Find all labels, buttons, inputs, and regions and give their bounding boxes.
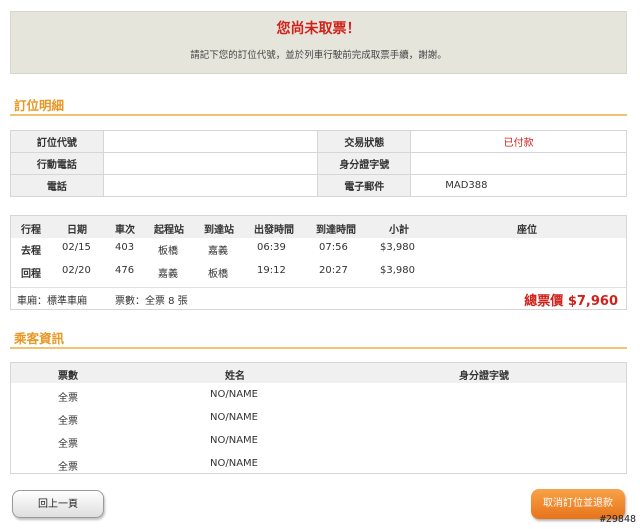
header-seat: 座位 [517, 225, 537, 236]
header-to: 到達站 [204, 225, 234, 236]
mobile-value [102, 152, 319, 175]
trip-to: 板橋 [208, 269, 228, 280]
booking-code-value [102, 130, 319, 153]
passenger-name: NO/NAME [210, 412, 258, 423]
passenger-table: 票數 姓名 身分證字號 全票 NO/NAME 全票 NO/NAME 全票 NO/… [10, 362, 627, 474]
trip-type: 去程 [21, 246, 41, 257]
id-number-label: 身分證字號 [317, 152, 412, 175]
phone-value [102, 174, 319, 197]
header-subtotal: 小計 [389, 225, 409, 236]
trip-table: 行程 日期 車次 起程站 到達站 出發時間 到達時間 小計 座位 去程 02/1… [10, 215, 627, 310]
passenger-name: NO/NAME [210, 458, 258, 469]
passenger-section-title: 乘客資訊 [14, 331, 65, 346]
trip-train: 403 [115, 242, 135, 253]
header-from: 起程站 [154, 225, 184, 236]
header-name: 姓名 [225, 371, 245, 382]
phone-label: 電話 [10, 174, 104, 197]
header-trip: 行程 [21, 225, 41, 236]
trip-date: 02/20 [62, 265, 91, 276]
car-type: 車廂：標準車廂 [17, 296, 87, 307]
passenger-table-header: 票數 姓名 身分證字號 [11, 363, 626, 383]
id-number-value [410, 152, 627, 175]
trip-date: 02/15 [62, 242, 91, 253]
notice-title: 您尚未取票！ [276, 21, 361, 37]
passenger-ticket: 全票 [58, 439, 78, 450]
back-button[interactable]: 回上一頁 [12, 490, 104, 518]
trip-depart: 19:12 [257, 265, 286, 276]
header-passenger-id: 身分證字號 [459, 371, 509, 382]
table-row: 行動電話 身分證字號 [10, 152, 627, 175]
header-depart: 出發時間 [254, 225, 294, 236]
header-train: 車次 [115, 225, 135, 236]
total-price-value: $7,960 [567, 294, 618, 309]
trip-from: 板橋 [158, 246, 178, 257]
booking-info-table: 訂位代號 交易狀態 已付款 行動電話 身分證字號 電話 電子郵件 MAD388 [10, 130, 627, 197]
total-price-label: 總票價 [524, 294, 564, 309]
trip-train: 476 [115, 265, 135, 276]
header-ticket: 票數 [58, 371, 78, 382]
header-date: 日期 [67, 225, 87, 236]
booking-section-divider [10, 114, 627, 116]
passenger-ticket: 全票 [58, 393, 78, 404]
status-label: 交易狀態 [317, 130, 412, 153]
trip-type: 回程 [21, 269, 41, 280]
passenger-section-divider [10, 347, 627, 349]
passenger-ticket: 全票 [58, 462, 78, 473]
status-value: 已付款 [410, 130, 627, 153]
table-row: 訂位代號 交易狀態 已付款 [10, 130, 627, 153]
passenger-ticket: 全票 [58, 416, 78, 427]
passenger-name: NO/NAME [210, 435, 258, 446]
watermark-text: #29848 [599, 514, 636, 525]
email-label: 電子郵件 [317, 174, 412, 197]
trip-depart: 06:39 [257, 242, 286, 253]
trip-summary-divider [11, 287, 626, 288]
notice-message: 請記下您的訂位代號，並於列車行駛前完成取票手續，謝謝。 [190, 50, 447, 61]
booking-code-label: 訂位代號 [10, 130, 104, 153]
trip-to: 嘉義 [208, 246, 228, 257]
table-row: 電話 電子郵件 MAD388 [10, 174, 627, 197]
header-arrive: 到達時間 [316, 225, 356, 236]
total-price: 總票價 $7,960 [524, 290, 618, 309]
booking-section-title: 訂位明細 [14, 98, 65, 113]
email-value: MAD388 [410, 174, 627, 197]
trip-from: 嘉義 [158, 269, 178, 280]
notice-banner: 您尚未取票！ 請記下您的訂位代號，並於列車行駛前完成取票手續，謝謝。 [10, 11, 627, 74]
ticket-count: 票數：全票 8 張 [115, 296, 188, 307]
trip-subtotal: $3,980 [380, 265, 415, 276]
trip-arrive: 20:27 [319, 265, 348, 276]
passenger-name: NO/NAME [210, 389, 258, 400]
trip-subtotal: $3,980 [380, 242, 415, 253]
trip-arrive: 07:56 [319, 242, 348, 253]
mobile-label: 行動電話 [10, 152, 104, 175]
trip-table-header: 行程 日期 車次 起程站 到達站 出發時間 到達時間 小計 座位 [11, 216, 626, 238]
